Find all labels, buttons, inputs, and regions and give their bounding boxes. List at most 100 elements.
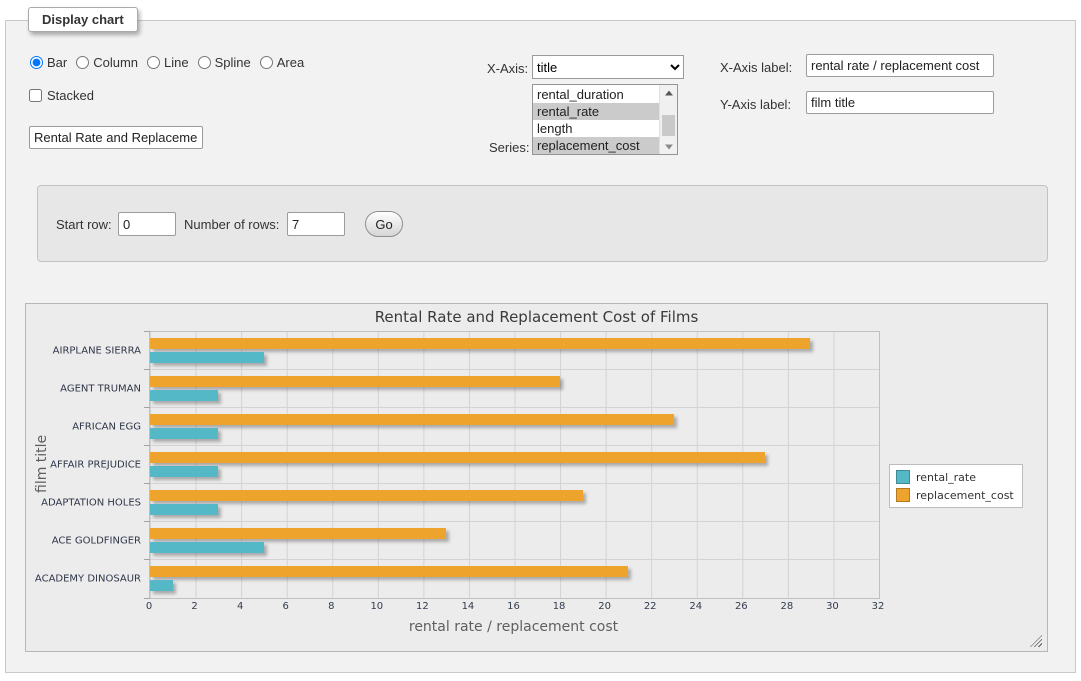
x-tick-label: 8 bbox=[328, 601, 334, 612]
start-row-label: Start row: bbox=[56, 217, 112, 232]
chart-category-row: AFFAIR PREJUDICE bbox=[150, 446, 879, 484]
x-tick-label: 10 bbox=[370, 601, 383, 612]
number-of-rows-input[interactable] bbox=[287, 212, 345, 236]
series-listbox[interactable]: rental_duration rental_rate length repla… bbox=[532, 84, 678, 155]
chart-category-row: AFRICAN EGG bbox=[150, 408, 879, 446]
legend-swatch bbox=[896, 470, 910, 484]
series-options: rental_duration rental_rate length repla… bbox=[533, 86, 660, 154]
category-label: AFRICAN EGG bbox=[72, 421, 141, 432]
x-axis-title: rental rate / replacement cost bbox=[149, 619, 878, 635]
bar-rental_rate bbox=[150, 390, 218, 401]
legend-swatch bbox=[896, 488, 910, 502]
x-axis-select-label: X-Axis: bbox=[487, 61, 528, 76]
bar-replacement_cost bbox=[150, 452, 765, 463]
stacked-label: Stacked bbox=[47, 88, 94, 103]
chart-title: Rental Rate and Replacement Cost of Film… bbox=[26, 308, 1047, 326]
bar-rental_rate bbox=[150, 542, 264, 553]
chart-type-label: Line bbox=[164, 55, 189, 70]
chart-category-row: ADAPTATION HOLES bbox=[150, 484, 879, 522]
bar-rental_rate bbox=[150, 504, 218, 515]
chart-category-row: ACADEMY DINOSAUR bbox=[150, 560, 879, 598]
chart-category-row: AIRPLANE SIERRA bbox=[150, 332, 879, 370]
x-tick-label: 30 bbox=[826, 601, 839, 612]
page: Display chart Bar Column Line Spline Are… bbox=[0, 0, 1081, 681]
bar-replacement_cost bbox=[150, 376, 560, 387]
series-option-length[interactable]: length bbox=[533, 120, 660, 137]
scroll-up-button[interactable] bbox=[660, 85, 677, 100]
x-tick-label: 18 bbox=[553, 601, 566, 612]
chart-type-option-bar[interactable]: Bar bbox=[30, 55, 67, 70]
x-tick-label: 24 bbox=[689, 601, 702, 612]
bar-rental_rate bbox=[150, 466, 218, 477]
chart-type-label: Column bbox=[93, 55, 138, 70]
y-axis-title: film title bbox=[34, 394, 50, 534]
stacked-option[interactable]: Stacked bbox=[29, 88, 94, 103]
chart-type-radio-bar[interactable] bbox=[30, 56, 43, 69]
plot-area: AIRPLANE SIERRAAGENT TRUMANAFRICAN EGGAF… bbox=[149, 331, 880, 599]
x-axis-select[interactable]: title bbox=[532, 55, 684, 79]
go-button[interactable]: Go bbox=[365, 211, 403, 237]
x-tick-labels: 02468101214161820222426283032 bbox=[149, 601, 878, 615]
chart-type-radio-group: Bar Column Line Spline Area bbox=[30, 55, 304, 70]
bar-replacement_cost bbox=[150, 528, 446, 539]
x-axis-label-field-label: X-Axis label: bbox=[720, 60, 792, 75]
chart-type-radio-column[interactable] bbox=[76, 56, 89, 69]
fieldset-legend: Display chart bbox=[28, 7, 138, 32]
bar-replacement_cost bbox=[150, 338, 810, 349]
chart-type-option-line[interactable]: Line bbox=[147, 55, 189, 70]
chart-category-row: AGENT TRUMAN bbox=[150, 370, 879, 408]
chart-legend: rental_rate replacement_cost bbox=[889, 464, 1023, 508]
x-tick-label: 6 bbox=[283, 601, 289, 612]
x-tick-label: 32 bbox=[872, 601, 885, 612]
chart-category-row: ACE GOLDFINGER bbox=[150, 522, 879, 560]
category-label: ADAPTATION HOLES bbox=[41, 497, 141, 508]
x-axis-label-input[interactable] bbox=[806, 54, 994, 77]
category-label: ACE GOLDFINGER bbox=[52, 535, 141, 546]
y-axis-label-input[interactable] bbox=[806, 91, 994, 114]
chart-title-input[interactable] bbox=[29, 126, 203, 149]
chart-type-label: Bar bbox=[47, 55, 67, 70]
series-label: Series: bbox=[489, 140, 529, 155]
bar-replacement_cost bbox=[150, 490, 583, 501]
stacked-checkbox[interactable] bbox=[29, 89, 42, 102]
series-option-replacement-cost[interactable]: replacement_cost bbox=[533, 137, 660, 154]
chart-panel: Rental Rate and Replacement Cost of Film… bbox=[25, 303, 1048, 652]
bar-rental_rate bbox=[150, 352, 264, 363]
x-tick-label: 0 bbox=[146, 601, 152, 612]
y-axis-label-field-label: Y-Axis label: bbox=[720, 97, 791, 112]
resize-handle-icon[interactable] bbox=[1030, 635, 1042, 647]
category-label: AGENT TRUMAN bbox=[60, 383, 141, 394]
x-tick-label: 4 bbox=[237, 601, 243, 612]
x-tick-label: 16 bbox=[507, 601, 520, 612]
chart-type-label: Area bbox=[277, 55, 304, 70]
scroll-down-button[interactable] bbox=[660, 139, 677, 154]
category-label: AFFAIR PREJUDICE bbox=[50, 459, 141, 470]
scroll-up-icon bbox=[665, 90, 673, 95]
chart-type-option-area[interactable]: Area bbox=[260, 55, 304, 70]
chart-type-label: Spline bbox=[215, 55, 251, 70]
start-row-input[interactable] bbox=[118, 212, 176, 236]
series-option-rental-duration[interactable]: rental_duration bbox=[533, 86, 660, 103]
chart-type-option-spline[interactable]: Spline bbox=[198, 55, 251, 70]
legend-label: replacement_cost bbox=[916, 489, 1014, 502]
category-label: AIRPLANE SIERRA bbox=[53, 345, 141, 356]
chart-type-radio-line[interactable] bbox=[147, 56, 160, 69]
x-tick-label: 28 bbox=[781, 601, 794, 612]
legend-item: replacement_cost bbox=[896, 488, 1014, 502]
series-option-rental-rate[interactable]: rental_rate bbox=[533, 103, 660, 120]
x-tick-label: 26 bbox=[735, 601, 748, 612]
x-tick-label: 12 bbox=[416, 601, 429, 612]
scrollbar-thumb[interactable] bbox=[662, 115, 675, 136]
bar-rental_rate bbox=[150, 580, 173, 591]
x-tick-label: 22 bbox=[644, 601, 657, 612]
x-tick-label: 14 bbox=[462, 601, 475, 612]
x-tick-label: 20 bbox=[598, 601, 611, 612]
chart-type-radio-area[interactable] bbox=[260, 56, 273, 69]
chart-type-option-column[interactable]: Column bbox=[76, 55, 138, 70]
x-tick-label: 2 bbox=[191, 601, 197, 612]
number-of-rows-label: Number of rows: bbox=[184, 217, 279, 232]
series-scrollbar[interactable] bbox=[659, 85, 677, 154]
legend-item: rental_rate bbox=[896, 470, 1014, 484]
category-label: ACADEMY DINOSAUR bbox=[35, 574, 141, 585]
chart-type-radio-spline[interactable] bbox=[198, 56, 211, 69]
